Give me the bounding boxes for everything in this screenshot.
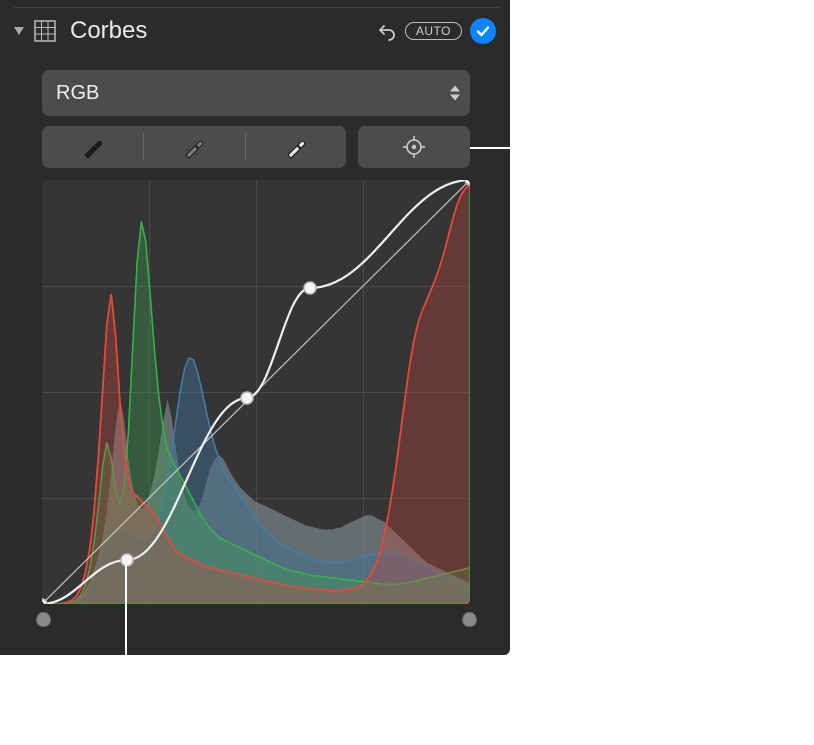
undo-icon[interactable] [375, 20, 397, 42]
white-point-slider[interactable] [462, 612, 477, 627]
curves-grid-icon [32, 18, 58, 44]
channel-label: RGB [56, 82, 99, 105]
curves-histogram[interactable] [42, 180, 470, 604]
callout-leader [125, 565, 127, 693]
black-point-eyedropper[interactable] [42, 126, 143, 168]
section-title: Corbes [70, 17, 147, 45]
section-header: Corbes AUTO [14, 14, 496, 48]
panel-divider [14, 0, 499, 8]
channel-popup[interactable]: RGB [42, 70, 470, 116]
white-point-eyedropper[interactable] [245, 126, 346, 168]
gray-point-eyedropper[interactable] [143, 126, 244, 168]
auto-button[interactable]: AUTO [405, 22, 462, 40]
callout-leader [470, 147, 534, 149]
add-point-button[interactable] [358, 126, 470, 168]
curves-panel: Corbes AUTO RGB [0, 0, 510, 655]
stepper-arrows-icon [448, 86, 462, 101]
eyedropper-group [42, 126, 346, 168]
enabled-checkmark-icon[interactable] [470, 18, 496, 44]
disclosure-triangle-icon[interactable] [14, 27, 24, 35]
curves-svg [42, 180, 470, 604]
black-point-slider[interactable] [36, 612, 51, 627]
eyedropper-toolbar [42, 126, 470, 168]
